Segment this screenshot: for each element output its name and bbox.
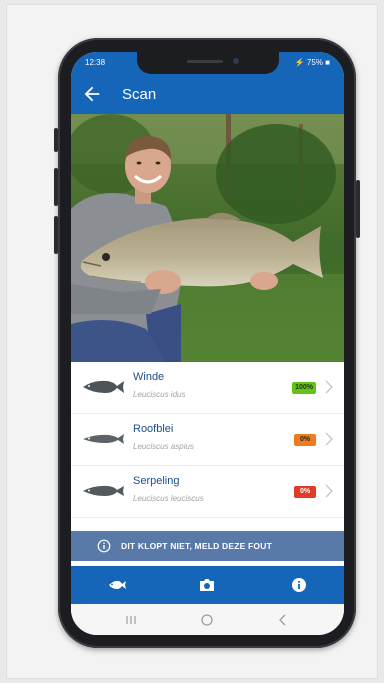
bottom-navigation [71,566,344,604]
info-icon[interactable] [289,575,309,595]
fish-icon [83,485,124,496]
app-bar: Scan [71,74,344,114]
result-latin-name: Leuciscus idus [133,390,186,399]
camera-icon[interactable] [197,575,217,595]
fish-icon [83,434,124,444]
phone-screen: 12:38 ⚡ 75% ■ Scan Winde Leuciscus idus … [71,52,344,635]
info-circle-icon [97,539,111,553]
confidence-badge: 0% [294,434,316,446]
home-icon[interactable] [199,612,215,628]
report-error-button[interactable]: DIT KLOPT NIET, MELD DEZE FOUT [71,531,344,561]
system-navigation-bar [71,604,344,635]
confidence-badge: 0% [294,486,316,498]
result-name: Serpeling [133,475,180,487]
front-camera [233,58,239,64]
arrow-left-icon[interactable] [81,83,103,105]
status-time: 12:38 [85,58,106,67]
result-latin-name: Leuciscus aspius [133,442,194,451]
camera-notch [137,52,279,74]
result-name: Roofblei [133,423,174,435]
confidence-badge: 100% [292,382,316,394]
result-name: Winde [133,371,165,383]
chevron-right-icon [325,484,333,498]
phone-power-button [356,180,360,238]
chevron-right-icon [325,432,333,446]
phone-side-button-left-3 [54,216,58,254]
results-list: Winde Leuciscus idus 100% Roofblei Leuci… [71,362,344,518]
scanned-fish-photo [71,114,344,362]
status-indicators: ⚡ 75% ■ [294,58,330,67]
fish-icon [83,380,124,393]
result-latin-name: Leuciscus leuciscus [133,494,204,503]
page-title: Scan [122,86,157,103]
phone-side-button-left-1 [54,128,58,152]
result-row-serpeling[interactable]: Serpeling Leuciscus leuciscus 0% [71,466,344,518]
report-error-label: DIT KLOPT NIET, MELD DEZE FOUT [121,541,272,551]
recent-apps-icon[interactable] [123,612,139,628]
chevron-right-icon [325,380,333,394]
result-row-roofblei[interactable]: Roofblei Leuciscus aspius 0% [71,414,344,466]
earpiece-speaker [187,60,223,63]
phone-side-button-left-2 [54,168,58,206]
fish-icon[interactable] [107,575,127,595]
back-icon[interactable] [275,612,291,628]
result-row-winde[interactable]: Winde Leuciscus idus 100% [71,362,344,414]
